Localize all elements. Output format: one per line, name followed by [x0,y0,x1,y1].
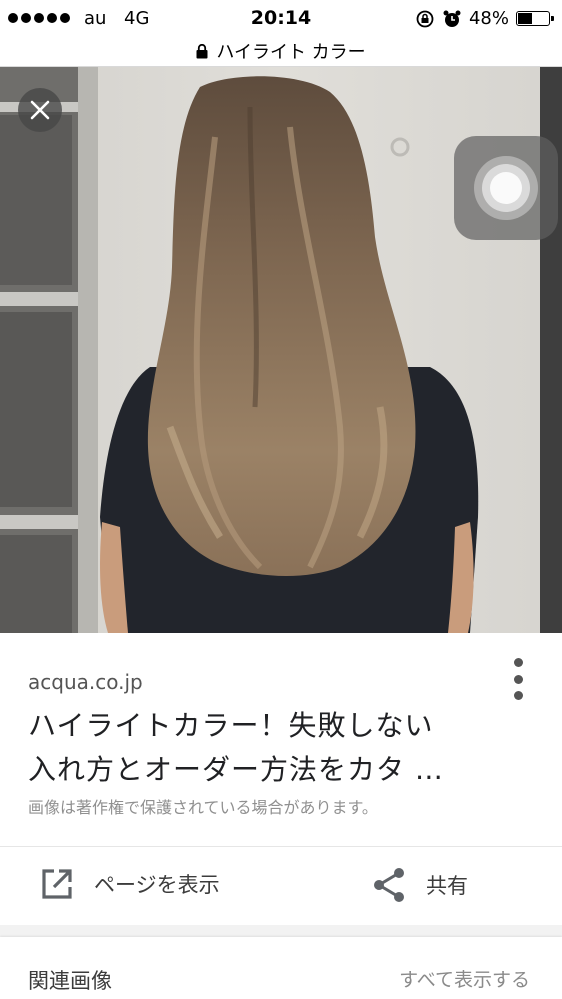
lock-icon [196,43,208,58]
open-in-new-icon [42,869,72,899]
share-label: 共有 [426,874,468,898]
related-images-section: 関連画像 すべて表示する [0,937,562,999]
orientation-lock-icon [416,10,434,27]
share-button[interactable]: 共有 [372,867,468,903]
image-preview[interactable] [0,67,562,633]
close-icon [30,100,50,120]
status-right-icons: 48% [415,8,554,29]
copyright-notice: 画像は著作権で保護されている場合があります。 [28,798,378,817]
action-bar: ページを表示 共有 [0,846,562,926]
section-divider [0,925,562,937]
related-images-title: 関連画像 [28,969,112,993]
battery-icon [516,11,554,26]
url-bar[interactable]: ハイライト カラー [0,36,562,67]
visit-page-button[interactable]: ページを表示 [40,867,220,901]
source-site[interactable]: acqua.co.jp [28,670,143,694]
status-bar: au 4G 20:14 48% [0,0,562,38]
more-options-button[interactable] [506,658,530,700]
page-title: ハイライト カラー [216,42,366,63]
share-icon [374,868,404,902]
assistive-touch-button[interactable] [454,136,558,240]
result-title-line2: 入れ方とオーダー方法をカタ … [28,753,444,786]
more-vert-icon [513,658,523,667]
alarm-clock-icon [443,10,461,27]
see-all-link[interactable]: すべて表示する [399,965,530,992]
visit-page-label: ページを表示 [94,873,220,897]
result-title-line1: ハイライトカラー！失敗しない [28,709,434,742]
result-title[interactable]: ハイライトカラー！失敗しない 入れ方とオーダー方法をカタ … [28,704,498,792]
close-button[interactable] [18,88,62,132]
battery-percent: 48% [468,8,509,29]
